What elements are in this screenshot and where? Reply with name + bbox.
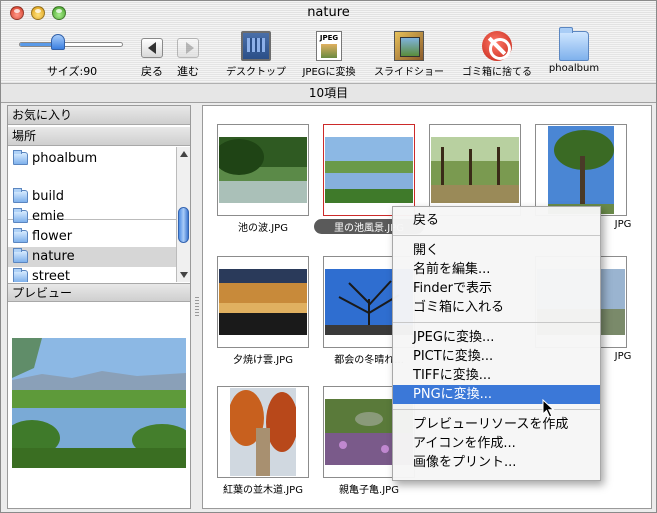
scroll-thumb[interactable] [178,207,189,243]
menu-item-rename[interactable]: 名前を編集... [393,260,600,279]
slideshow-icon [394,31,424,61]
folder-icon [13,208,28,223]
location-label: nature [32,249,75,264]
folder-icon [13,228,28,243]
slideshow-label: スライドショー [374,67,444,78]
menu-item-open[interactable]: 開く [393,241,600,260]
file-thumbnail-selected[interactable] [323,124,415,216]
file-thumbnail[interactable] [535,124,627,216]
photo-thumbnail [431,137,519,203]
trash-label: ゴミ箱に捨てる [462,67,532,78]
menu-item-show-in-finder[interactable]: Finderで表示 [393,279,600,298]
splitter-grip-icon[interactable] [195,297,199,317]
desktop-icon [241,31,271,61]
menu-item-create-icon[interactable]: アイコンを作成... [393,434,600,453]
phoalbum-label: phoalbum [548,63,600,74]
jpeg-convert-icon [316,31,342,61]
pane-splitter[interactable] [193,105,201,509]
folder-icon [559,27,589,61]
desktop-button[interactable]: デスクトップ [223,31,289,81]
location-label: build [32,189,64,204]
photo-thumbnail [219,269,307,335]
file-name[interactable]: 親亀子亀.JPG [314,481,424,496]
locations-list: phoalbum build emie flower nature street [8,147,176,282]
photo-thumbnail [219,137,307,203]
window-title: nature [307,5,350,20]
file-thumbnail[interactable] [217,386,309,478]
desktop-label: デスクトップ [226,67,286,78]
menu-item-convert-jpeg[interactable]: JPEGに変換... [393,328,600,347]
folder-icon [13,268,28,282]
file-name[interactable]: 夕焼け雲.JPG [208,351,318,366]
menu-item-back[interactable]: 戻る [393,211,600,230]
back-button[interactable] [141,38,163,58]
location-item-flower[interactable]: flower [8,227,176,247]
menu-item-create-preview-resource[interactable]: プレビューリソースを作成 [393,415,600,434]
sidebar: お気に入り 場所 phoalbum build emie flower natu… [7,105,191,509]
folder-icon [13,188,28,203]
forward-label: 進む [177,65,199,78]
forward-button[interactable] [177,38,199,58]
forward-arrow-icon [186,42,194,54]
file-name[interactable]: JPG [598,351,648,362]
menu-item-convert-pict[interactable]: PICTに変換... [393,347,600,366]
back-arrow-icon [148,42,156,54]
location-item-build[interactable]: build [8,187,176,207]
location-item-street[interactable]: street [8,267,176,282]
toolbar: サイズ:90 戻る 進む デスクトップ JPEGに変換 スライドショー ゴミ箱に… [1,25,656,83]
location-label: street [32,269,71,282]
back-label: 戻る [141,65,163,78]
title-bar[interactable]: nature [1,1,656,25]
location-label: emie [32,209,65,224]
jpeg-convert-button[interactable]: JPEGに変換 [297,31,361,81]
file-thumbnail[interactable] [429,124,521,216]
locations-scrollbar[interactable] [176,147,190,282]
location-item-nature[interactable]: nature [8,247,176,267]
scroll-up-arrow-icon[interactable] [180,151,188,157]
file-thumbnail[interactable] [217,124,309,216]
menu-separator [393,322,600,323]
file-name[interactable]: 紅葉の並木道.JPG [208,481,318,496]
menu-separator [393,235,600,236]
folder-icon [13,150,28,165]
photo-thumbnail [230,388,296,476]
finder-window: nature サイズ:90 戻る 進む デスクトップ JPEGに変換 スライドシ… [0,0,657,513]
size-label: サイズ:90 [46,65,98,78]
location-label: phoalbum [32,151,98,166]
menu-item-print-image[interactable]: 画像をプリント... [393,453,600,472]
favorites-header[interactable]: お気に入り [8,106,190,125]
preview-header[interactable]: プレビュー [8,283,190,302]
scroll-down-arrow-icon[interactable] [180,272,188,278]
size-slider[interactable] [19,42,123,47]
context-menu: 戻る 開く 名前を編集... Finderで表示 ゴミ箱に入れる JPEGに変換… [392,206,601,481]
size-slider-knob[interactable] [51,34,65,50]
trash-icon [482,31,512,61]
location-label: flower [32,229,73,244]
photo-thumbnail [548,126,614,214]
slideshow-button[interactable]: スライドショー [371,31,447,81]
menu-item-move-to-trash[interactable]: ゴミ箱に入れる [393,298,600,317]
trash-button[interactable]: ゴミ箱に捨てる [457,31,537,81]
item-count: 10項目 [1,83,656,103]
menu-item-convert-tiff[interactable]: TIFFに変換... [393,366,600,385]
file-name[interactable]: JPG [598,219,648,230]
folder-icon [13,248,28,263]
file-name[interactable]: 池の波.JPG [208,219,318,234]
phoalbum-button[interactable]: phoalbum [545,27,603,81]
photo-thumbnail [325,137,413,203]
preview-image [12,338,186,468]
location-item-phoalbum[interactable]: phoalbum [8,149,176,169]
location-item-emie[interactable]: emie [8,207,176,227]
locations-header[interactable]: 場所 [8,127,190,146]
menu-separator [393,409,600,410]
mouse-pointer-icon [542,399,555,418]
file-thumbnail[interactable] [217,256,309,348]
jpeg-convert-label: JPEGに変換 [302,67,356,78]
menu-item-convert-png[interactable]: PNGに変換... [393,385,600,404]
